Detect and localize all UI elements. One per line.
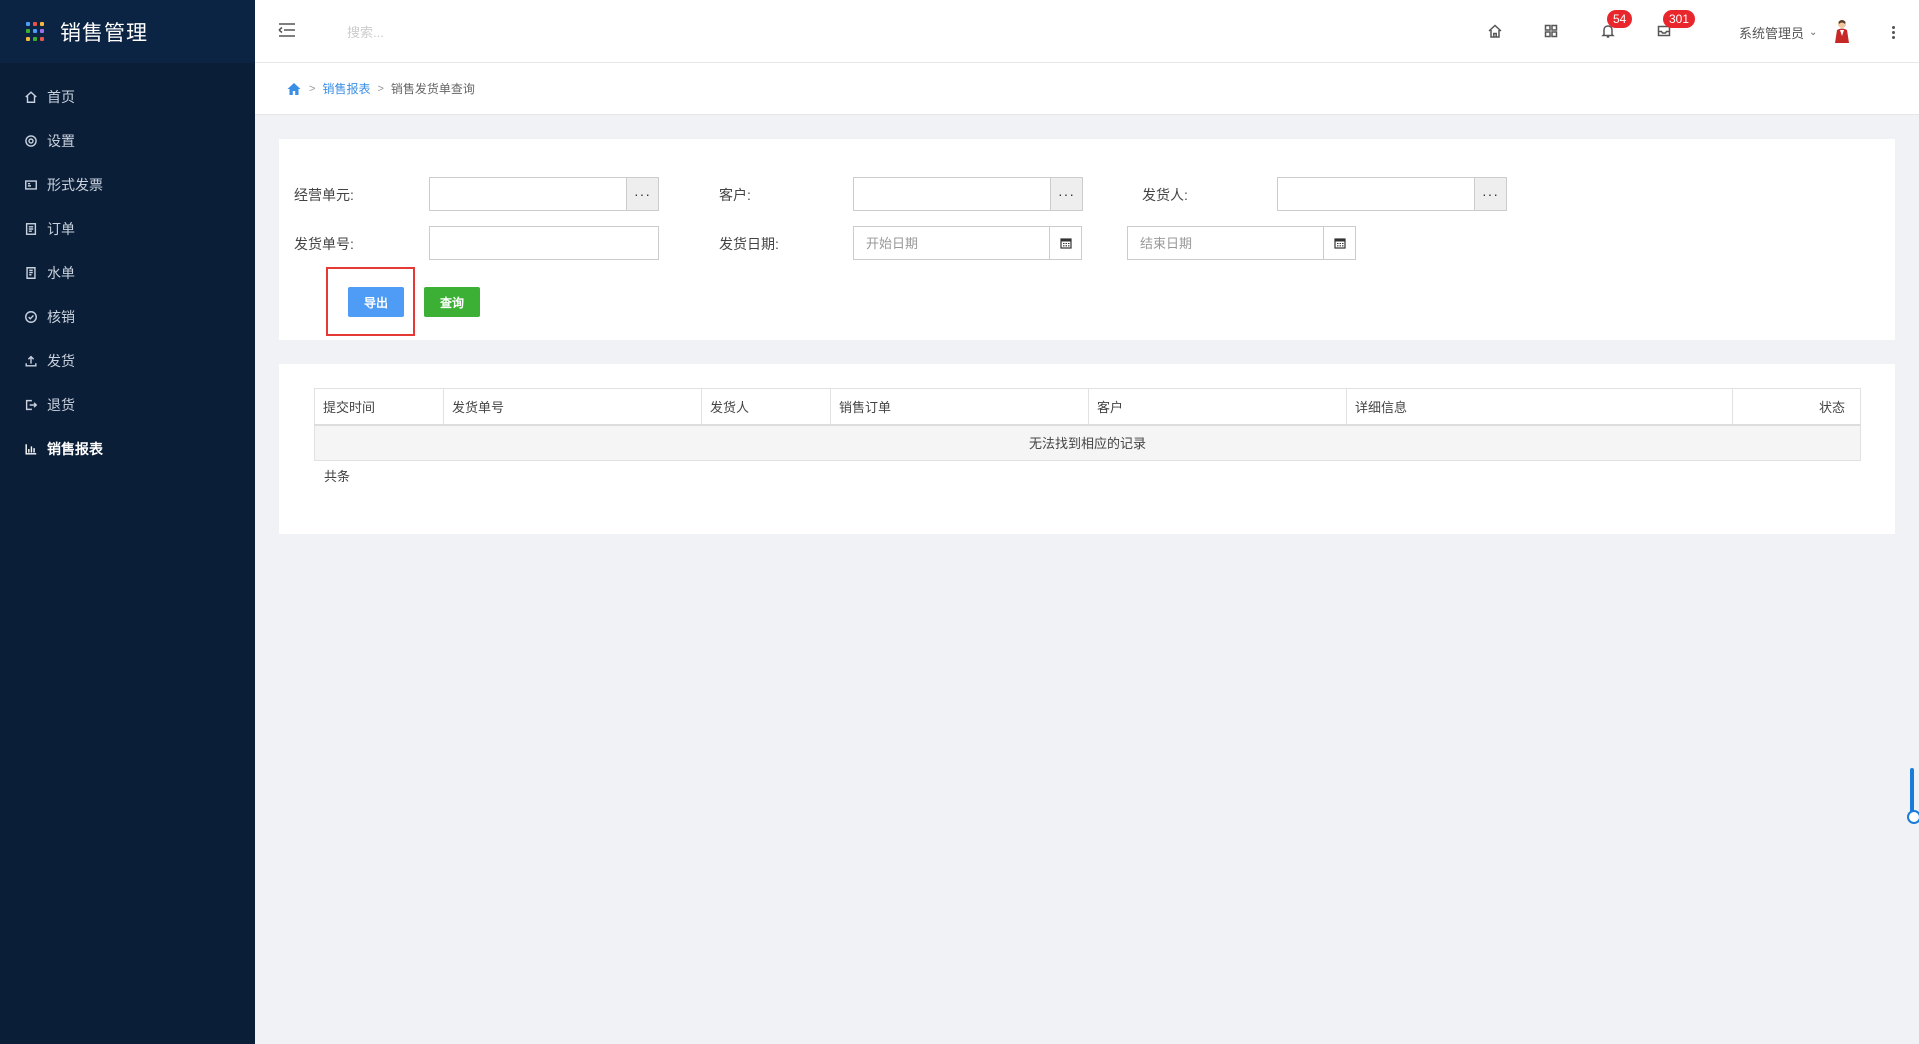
sidebar-item-returns[interactable]: 退货: [0, 383, 255, 427]
column-header-sales-order[interactable]: 销售订单: [830, 388, 1089, 426]
shipper-lookup-button[interactable]: ···: [1474, 178, 1506, 210]
home-icon[interactable]: [1484, 20, 1506, 42]
sidebar: 销售管理 首页 设置 形式发票 订单 水单 核销 发货 退货 销售报表: [0, 0, 255, 1044]
sidebar-item-write-off[interactable]: 核销: [0, 295, 255, 339]
end-date-field: [1127, 226, 1356, 260]
business-unit-field: ···: [429, 177, 659, 211]
sidebar-item-label: 退货: [47, 397, 75, 413]
scroll-handle[interactable]: [1907, 768, 1919, 824]
breadcrumb-home-icon[interactable]: [286, 81, 302, 97]
breadcrumb-link-sales-report[interactable]: 销售报表: [322, 80, 370, 97]
sidebar-item-label: 销售报表: [47, 441, 103, 457]
return-icon: [23, 397, 39, 413]
column-header-shipment-no[interactable]: 发货单号: [443, 388, 702, 426]
message-inbox-icon[interactable]: 301: [1653, 10, 1696, 42]
results-table: 提交时间 发货单号 发货人 销售订单 客户 详细信息 状态 无法找到相应的记录: [314, 388, 1861, 461]
customer-input[interactable]: [854, 178, 1050, 210]
column-header-details[interactable]: 详细信息: [1346, 388, 1733, 426]
business-unit-label: 经营单元:: [294, 187, 354, 203]
query-button[interactable]: 查询: [424, 287, 480, 317]
results-panel: 提交时间 发货单号 发货人 销售订单 客户 详细信息 状态 无法找到相应的记录 …: [279, 364, 1895, 534]
business-unit-lookup-button[interactable]: ···: [626, 178, 658, 210]
business-unit-input[interactable]: [430, 178, 626, 210]
top-header: 54 301 系统管理员 ⌄: [255, 0, 1919, 63]
shipment-no-input[interactable]: [430, 227, 658, 259]
customer-label: 客户:: [719, 187, 751, 203]
shipper-field: ···: [1277, 177, 1507, 211]
shipment-no-label: 发货单号:: [294, 236, 354, 252]
shipper-input[interactable]: [1278, 178, 1474, 210]
app-grid-logo-icon: [26, 21, 46, 42]
calendar-icon[interactable]: [1049, 227, 1081, 259]
table-row: 无法找到相应的记录: [314, 424, 1861, 461]
sidebar-item-settings[interactable]: 设置: [0, 119, 255, 163]
more-options-icon[interactable]: [1885, 20, 1901, 44]
breadcrumb: > 销售报表 > 销售发货单查询: [255, 63, 1919, 115]
customer-lookup-button[interactable]: ···: [1050, 178, 1082, 210]
sidebar-item-label: 核销: [47, 309, 75, 325]
sidebar-item-bank-slip[interactable]: 水单: [0, 251, 255, 295]
breadcrumb-separator: >: [377, 82, 384, 95]
menu-toggle-icon[interactable]: [277, 20, 297, 40]
sidebar-item-label: 水单: [47, 265, 75, 281]
avatar[interactable]: [1832, 18, 1852, 44]
sidebar-item-label: 首页: [47, 89, 75, 105]
sidebar-item-shipping[interactable]: 发货: [0, 339, 255, 383]
sidebar-item-label: 订单: [47, 221, 75, 237]
order-icon: [23, 221, 39, 237]
apps-grid-icon[interactable]: [1540, 20, 1562, 42]
notification-badge: 54: [1607, 10, 1633, 28]
chevron-down-icon: ⌄: [1809, 26, 1818, 38]
filter-panel: 经营单元: ··· 客户: ··· 发货人: ··· 发货单号: 发货日期: 导…: [279, 139, 1895, 340]
sidebar-item-sales-report[interactable]: 销售报表: [0, 427, 255, 471]
customer-field: ···: [853, 177, 1083, 211]
column-header-shipper[interactable]: 发货人: [701, 388, 831, 426]
home-icon: [23, 89, 39, 105]
sidebar-item-home[interactable]: 首页: [0, 75, 255, 119]
invoice-icon: [23, 177, 39, 193]
column-header-submit-time[interactable]: 提交时间: [314, 388, 444, 426]
empty-state-message: 无法找到相应的记录: [314, 424, 1861, 461]
sidebar-item-label: 设置: [47, 133, 75, 149]
sidebar-menu: 首页 设置 形式发票 订单 水单 核销 发货 退货 销售报表: [0, 75, 255, 471]
column-header-customer[interactable]: 客户: [1088, 388, 1347, 426]
start-date-input[interactable]: [854, 227, 1049, 259]
receipt-icon: [23, 265, 39, 281]
ship-date-label: 发货日期:: [719, 236, 779, 252]
app-title: 销售管理: [60, 21, 148, 45]
end-date-input[interactable]: [1128, 227, 1323, 259]
sidebar-item-label: 形式发票: [47, 177, 103, 193]
start-date-field: [853, 226, 1082, 260]
sidebar-item-label: 发货: [47, 353, 75, 369]
export-button[interactable]: 导出: [348, 287, 404, 317]
column-header-status[interactable]: 状态: [1732, 388, 1861, 426]
gear-icon: [23, 133, 39, 149]
check-circle-icon: [23, 309, 39, 325]
bar-chart-icon: [23, 441, 39, 457]
shipper-label: 发货人:: [1142, 187, 1188, 203]
table-header-row: 提交时间 发货单号 发货人 销售订单 客户 详细信息 状态: [314, 388, 1861, 426]
notification-bell-icon[interactable]: 54: [1597, 10, 1633, 42]
user-name: 系统管理员: [1739, 25, 1805, 41]
shipment-no-field: [429, 226, 659, 260]
sidebar-item-orders[interactable]: 订单: [0, 207, 255, 251]
calendar-icon[interactable]: [1323, 227, 1355, 259]
search-input[interactable]: [345, 20, 545, 44]
sidebar-item-proforma-invoice[interactable]: 形式发票: [0, 163, 255, 207]
upload-icon: [23, 353, 39, 369]
breadcrumb-current: 销售发货单查询: [390, 82, 475, 96]
message-badge: 301: [1663, 10, 1696, 28]
logo-bar: 销售管理: [0, 0, 255, 63]
total-count: 共条: [324, 469, 351, 484]
breadcrumb-separator: >: [309, 82, 316, 95]
user-menu[interactable]: 系统管理员 ⌄: [1739, 20, 1817, 44]
